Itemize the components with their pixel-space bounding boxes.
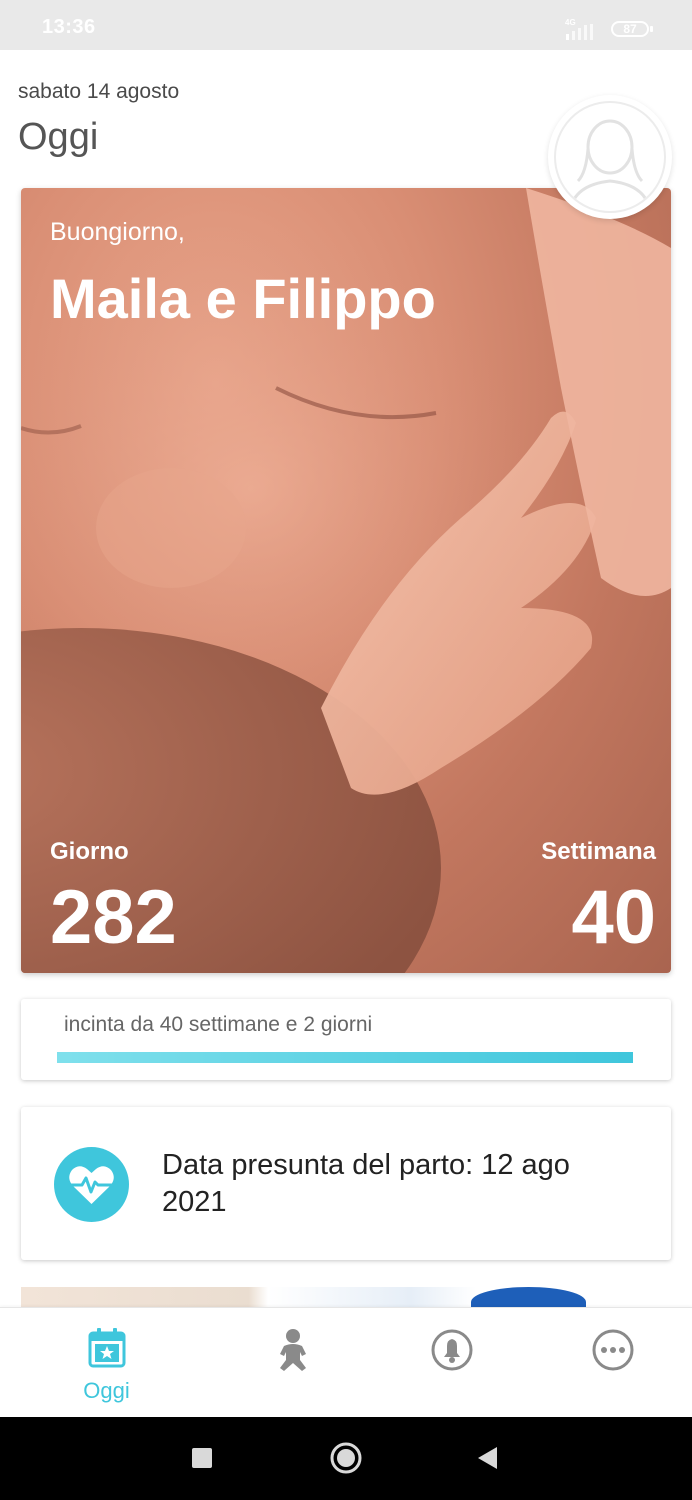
pregnancy-progress-card[interactable]: incinta da 40 settimane e 2 giorni [21,999,671,1080]
profile-avatar-icon [568,119,652,211]
nav-tab-baby[interactable] [206,1308,379,1418]
nav-tab-notifications[interactable] [365,1308,538,1418]
calendar-star-icon [88,1328,125,1368]
week-value: 40 [571,875,656,960]
bottom-navigation: Oggi [0,1307,692,1418]
battery-nub [650,26,653,32]
progress-text: incinta da 40 settimane e 2 giorni [64,1013,373,1036]
system-navigation-bar [0,1417,692,1500]
heart-pulse-icon-badge [54,1147,129,1222]
baby-icon [279,1329,306,1371]
progress-bar-fill [57,1052,633,1063]
due-date-card[interactable]: Data presunta del parto: 12 ago 2021 [21,1107,671,1260]
parent-names: Maila e Filippo [50,267,436,330]
home-button[interactable] [330,1442,362,1474]
heart-pulse-icon [68,1166,115,1204]
pregnancy-hero-card[interactable]: Buongiorno, Maila e Filippo Giorno 282 S… [21,188,671,973]
signal-icon [566,24,593,40]
notification-bell-icon [431,1329,472,1371]
day-label: Giorno [50,838,129,865]
due-date-text: Data presunta del parto: 12 ago 2021 [162,1149,570,1218]
recents-button[interactable] [192,1448,212,1468]
battery-level: 87 [623,22,637,36]
day-value: 282 [50,875,177,960]
greeting-text: Buongiorno, [50,218,185,246]
back-button[interactable] [477,1447,499,1469]
week-label: Settimana [541,838,656,865]
profile-avatar[interactable] [548,95,672,219]
progress-bar [57,1052,633,1063]
more-icon [592,1329,633,1371]
nav-tab-oggi[interactable]: Oggi [20,1308,193,1418]
battery-icon: 87 [611,21,649,37]
nav-label-oggi: Oggi [83,1378,130,1403]
page-title: Oggi [18,116,99,158]
nav-tab-more[interactable] [526,1308,692,1418]
status-time: 13:36 [42,16,96,38]
current-date: sabato 14 agosto [18,80,180,103]
status-bar: 13:36 4G 87 [0,0,692,50]
